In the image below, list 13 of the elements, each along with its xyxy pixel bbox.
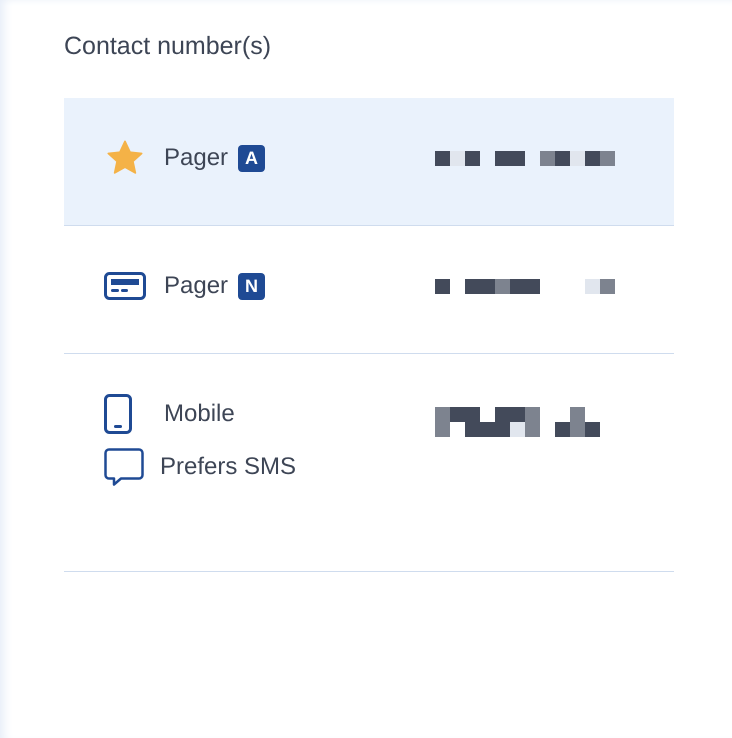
- contact-type: Mobile: [164, 400, 235, 428]
- contact-row[interactable]: Mobile Prefers SMS: [64, 354, 674, 572]
- network-badge: A: [238, 144, 266, 172]
- section-heading: Contact number(s): [64, 31, 272, 62]
- contact-type: Pager: [164, 144, 228, 172]
- mobile-phone-icon: [104, 394, 132, 434]
- contact-row[interactable]: Pager A: [64, 98, 674, 226]
- contact-row[interactable]: Pager N: [64, 226, 674, 354]
- pager-icon: [104, 272, 146, 300]
- sms-preference: Prefers SMS: [160, 453, 296, 481]
- network-badge: N: [238, 272, 266, 300]
- contact-type: Pager: [164, 272, 228, 300]
- chat-bubble-icon: [104, 448, 144, 486]
